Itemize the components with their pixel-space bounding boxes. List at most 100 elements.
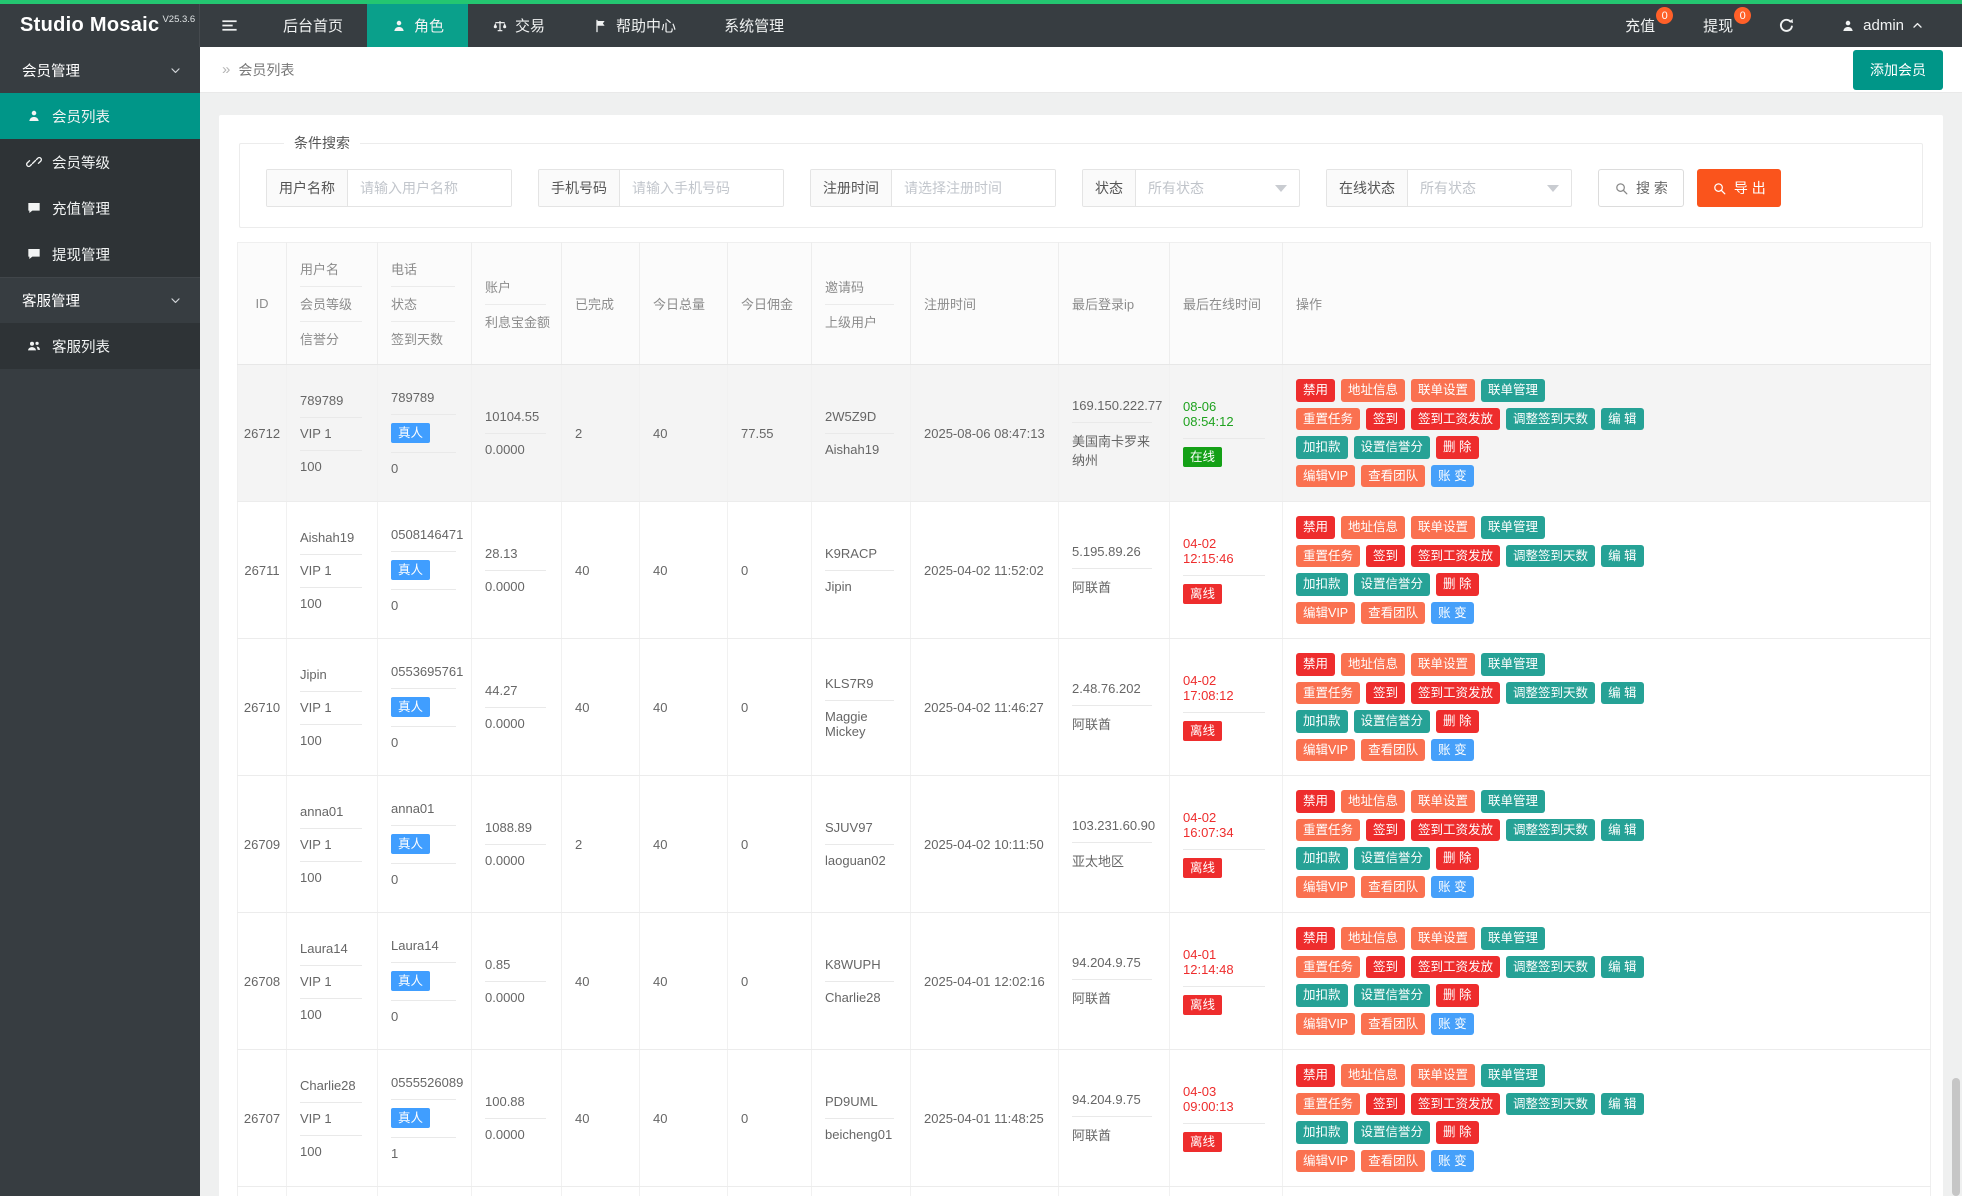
op-sign-salary-button[interactable]: 签到工资发放 (1411, 1092, 1501, 1115)
op-edit-vip-button[interactable]: 编辑VIP (1296, 1149, 1356, 1172)
op-add-deduct-button[interactable]: 加扣款 (1296, 984, 1348, 1007)
nav-item-5[interactable]: 系统管理 (700, 4, 808, 47)
op-delete-button[interactable]: 删 除 (1436, 984, 1479, 1007)
op-delete-button[interactable]: 删 除 (1436, 573, 1479, 596)
op-sign-in-button[interactable]: 签到 (1366, 407, 1406, 430)
op-add-deduct-button[interactable]: 加扣款 (1296, 436, 1348, 459)
sidebar-group-1[interactable]: 会员管理 (0, 47, 200, 93)
op-reset-task-button[interactable]: 重置任务 (1296, 407, 1361, 430)
sidebar-toggle-button[interactable] (200, 4, 259, 47)
op-address-info-button[interactable]: 地址信息 (1341, 516, 1406, 539)
nav-item-1[interactable]: 后台首页 (259, 4, 367, 47)
nav-item-4[interactable]: 帮助中心 (569, 4, 700, 47)
op-edit-button[interactable]: 编 辑 (1601, 818, 1644, 841)
op-edit-vip-button[interactable]: 编辑VIP (1296, 601, 1356, 624)
op-adjust-sign-days-button[interactable]: 调整签到天数 (1506, 407, 1596, 430)
op-sign-in-button[interactable]: 签到 (1366, 818, 1406, 841)
op-account-change-button[interactable]: 账 变 (1431, 875, 1474, 898)
op-reset-task-button[interactable]: 重置任务 (1296, 818, 1361, 841)
sidebar-item-5[interactable]: 提现管理 (0, 231, 200, 277)
op-edit-vip-button[interactable]: 编辑VIP (1296, 738, 1356, 761)
op-delete-button[interactable]: 删 除 (1436, 847, 1479, 870)
op-edit-button[interactable]: 编 辑 (1601, 1092, 1644, 1115)
op-address-info-button[interactable]: 地址信息 (1341, 653, 1406, 676)
op-edit-vip-button[interactable]: 编辑VIP (1296, 464, 1356, 487)
op-disable-button[interactable]: 禁用 (1296, 653, 1336, 676)
vertical-scrollbar[interactable] (1952, 1078, 1960, 1196)
refresh-button[interactable] (1757, 4, 1816, 47)
op-disable-button[interactable]: 禁用 (1296, 1064, 1336, 1087)
op-adjust-sign-days-button[interactable]: 调整签到天数 (1506, 1092, 1596, 1115)
op-view-team-button[interactable]: 查看团队 (1361, 875, 1426, 898)
op-account-change-button[interactable]: 账 变 (1431, 1149, 1474, 1172)
op-delete-button[interactable]: 删 除 (1436, 1121, 1479, 1144)
op-add-deduct-button[interactable]: 加扣款 (1296, 847, 1348, 870)
op-account-change-button[interactable]: 账 变 (1431, 464, 1474, 487)
op-union-order-manage-button[interactable]: 联单管理 (1481, 653, 1546, 676)
op-adjust-sign-days-button[interactable]: 调整签到天数 (1506, 681, 1596, 704)
op-account-change-button[interactable]: 账 变 (1431, 601, 1474, 624)
nav-item-2[interactable]: 角色 (367, 4, 469, 47)
op-sign-in-button[interactable]: 签到 (1366, 544, 1406, 567)
op-sign-salary-button[interactable]: 签到工资发放 (1411, 407, 1501, 430)
op-reset-task-button[interactable]: 重置任务 (1296, 955, 1361, 978)
op-union-order-set-button[interactable]: 联单设置 (1411, 927, 1476, 950)
op-set-credit-button[interactable]: 设置信誉分 (1353, 984, 1431, 1007)
sidebar-item-2[interactable]: 会员列表 (0, 93, 200, 139)
op-set-credit-button[interactable]: 设置信誉分 (1353, 436, 1431, 459)
op-edit-vip-button[interactable]: 编辑VIP (1296, 1012, 1356, 1035)
op-reset-task-button[interactable]: 重置任务 (1296, 544, 1361, 567)
op-reset-task-button[interactable]: 重置任务 (1296, 1092, 1361, 1115)
op-disable-button[interactable]: 禁用 (1296, 927, 1336, 950)
user-menu[interactable]: admin (1816, 4, 1948, 47)
reg-time-input[interactable] (892, 170, 1055, 206)
op-disable-button[interactable]: 禁用 (1296, 790, 1336, 813)
op-edit-button[interactable]: 编 辑 (1601, 544, 1644, 567)
op-address-info-button[interactable]: 地址信息 (1341, 379, 1406, 402)
sidebar-group-6[interactable]: 客服管理 (0, 277, 200, 323)
op-disable-button[interactable]: 禁用 (1296, 516, 1336, 539)
op-union-order-set-button[interactable]: 联单设置 (1411, 790, 1476, 813)
op-adjust-sign-days-button[interactable]: 调整签到天数 (1506, 818, 1596, 841)
op-delete-button[interactable]: 删 除 (1436, 710, 1479, 733)
op-address-info-button[interactable]: 地址信息 (1341, 1064, 1406, 1087)
op-set-credit-button[interactable]: 设置信誉分 (1353, 710, 1431, 733)
op-address-info-button[interactable]: 地址信息 (1341, 927, 1406, 950)
op-view-team-button[interactable]: 查看团队 (1361, 601, 1426, 624)
sidebar-item-4[interactable]: 充值管理 (0, 185, 200, 231)
op-set-credit-button[interactable]: 设置信誉分 (1353, 1121, 1431, 1144)
op-add-deduct-button[interactable]: 加扣款 (1296, 1121, 1348, 1144)
op-add-deduct-button[interactable]: 加扣款 (1296, 573, 1348, 596)
op-set-credit-button[interactable]: 设置信誉分 (1353, 573, 1431, 596)
op-edit-vip-button[interactable]: 编辑VIP (1296, 875, 1356, 898)
op-adjust-sign-days-button[interactable]: 调整签到天数 (1506, 544, 1596, 567)
op-view-team-button[interactable]: 查看团队 (1361, 464, 1426, 487)
op-sign-salary-button[interactable]: 签到工资发放 (1411, 681, 1501, 704)
op-union-order-manage-button[interactable]: 联单管理 (1481, 1064, 1546, 1087)
op-sign-salary-button[interactable]: 签到工资发放 (1411, 544, 1501, 567)
search-button[interactable]: 搜 索 (1598, 169, 1684, 207)
add-member-button[interactable]: 添加会员 (1853, 49, 1943, 90)
op-account-change-button[interactable]: 账 变 (1431, 738, 1474, 761)
op-sign-salary-button[interactable]: 签到工资发放 (1411, 955, 1501, 978)
op-sign-in-button[interactable]: 签到 (1366, 1092, 1406, 1115)
op-union-order-manage-button[interactable]: 联单管理 (1481, 927, 1546, 950)
recharge-button[interactable]: 充值 0 (1601, 4, 1679, 47)
op-sign-salary-button[interactable]: 签到工资发放 (1411, 818, 1501, 841)
op-add-deduct-button[interactable]: 加扣款 (1296, 710, 1348, 733)
op-union-order-set-button[interactable]: 联单设置 (1411, 653, 1476, 676)
sidebar-item-3[interactable]: 会员等级 (0, 139, 200, 185)
op-edit-button[interactable]: 编 辑 (1601, 681, 1644, 704)
op-edit-button[interactable]: 编 辑 (1601, 955, 1644, 978)
status-select[interactable]: 所有状态 (1136, 170, 1299, 206)
op-union-order-set-button[interactable]: 联单设置 (1411, 516, 1476, 539)
op-account-change-button[interactable]: 账 变 (1431, 1012, 1474, 1035)
op-sign-in-button[interactable]: 签到 (1366, 955, 1406, 978)
op-address-info-button[interactable]: 地址信息 (1341, 790, 1406, 813)
op-reset-task-button[interactable]: 重置任务 (1296, 681, 1361, 704)
username-input[interactable] (348, 170, 511, 206)
op-set-credit-button[interactable]: 设置信誉分 (1353, 847, 1431, 870)
op-view-team-button[interactable]: 查看团队 (1361, 1012, 1426, 1035)
op-adjust-sign-days-button[interactable]: 调整签到天数 (1506, 955, 1596, 978)
op-view-team-button[interactable]: 查看团队 (1361, 738, 1426, 761)
